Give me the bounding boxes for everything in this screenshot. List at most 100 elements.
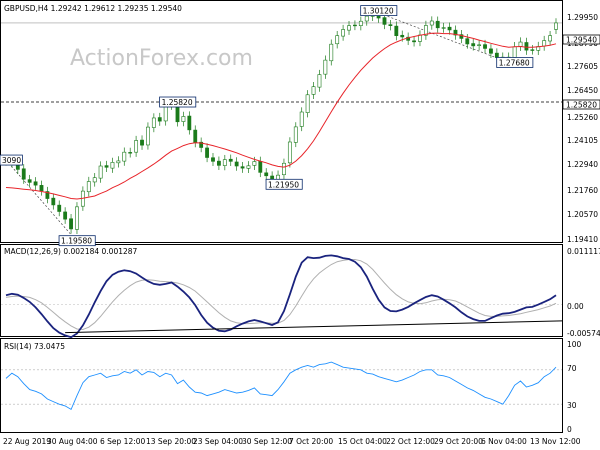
- candle-body: [305, 94, 310, 113]
- candle-body: [412, 40, 416, 43]
- candle-body: [554, 22, 558, 30]
- x-tick-label: 30 Sep 12:00: [242, 437, 292, 446]
- candle-body: [329, 43, 334, 62]
- candle-body: [282, 162, 286, 176]
- x-tick-label: 7 Oct 20:00: [289, 437, 333, 446]
- rsi-y-tick-label: 30: [567, 401, 577, 410]
- x-tick-label: 22 Oct 12:00: [386, 437, 435, 446]
- price-panel-frame: [0, 0, 563, 243]
- current-price-label: 1.29540: [566, 36, 597, 45]
- candle-body: [382, 17, 387, 25]
- candle-body: [86, 181, 91, 193]
- x-tick-label: 23 Sep 04:00: [193, 437, 243, 446]
- candle-body: [264, 172, 269, 177]
- level-label-text: 1.19580: [61, 237, 92, 246]
- candle-body: [435, 20, 440, 29]
- candle-body: [429, 20, 434, 26]
- candle-body: [447, 26, 452, 31]
- candle-body: [347, 25, 351, 31]
- level-label-text: 3090: [2, 156, 21, 165]
- candle-body: [483, 44, 487, 49]
- macd-series-macd: [5, 254, 557, 339]
- macd-layer: [1, 254, 563, 339]
- candle-body: [33, 181, 38, 186]
- price-y-tick-label: 1.27605: [567, 62, 598, 71]
- candle-body: [151, 117, 156, 128]
- candle-body: [252, 161, 257, 166]
- candle-body: [140, 139, 144, 146]
- rsi-line: [5, 361, 557, 411]
- candle-body: [494, 52, 499, 58]
- rsi-y-tick-label: 100: [567, 340, 582, 349]
- candle-body: [163, 105, 168, 122]
- candle-body: [205, 147, 209, 158]
- candle-body: [542, 40, 547, 47]
- candle-body: [489, 48, 493, 54]
- candle-body: [311, 86, 316, 95]
- price-layer: 1.30120 1.27680 1.25820 1.21950 1.19580 3090: [0, 5, 562, 247]
- candle-body: [27, 179, 32, 183]
- price-y-tick-label: 1.20570: [567, 210, 598, 219]
- candle-body: [477, 44, 482, 46]
- candle-body: [110, 162, 115, 169]
- candle-body: [116, 160, 121, 164]
- trend-connector: [372, 10, 509, 63]
- candle-body: [193, 129, 198, 143]
- candle-body: [187, 115, 192, 131]
- candle-body: [258, 161, 263, 173]
- candle-body: [465, 38, 470, 45]
- x-tick-label: 30 Aug 04:00: [47, 437, 98, 446]
- candle-body: [234, 161, 239, 167]
- rsi-panel-title: RSI(14) 73.0475: [4, 342, 65, 351]
- candle-body: [228, 158, 233, 162]
- candle-body: [128, 152, 133, 154]
- x-tick-label: 6 Nov 04:00: [481, 437, 527, 446]
- candle-body: [524, 42, 529, 51]
- price-y-tick-label: 1.19410: [567, 235, 598, 244]
- rsi-layer: [1, 361, 562, 411]
- rsi-y-tick-label: 0: [567, 425, 572, 434]
- candle-body: [400, 34, 405, 38]
- x-tick-label: 13 Nov 12:00: [530, 437, 581, 446]
- candle-body: [471, 43, 476, 47]
- price-y-tick-label: 1.25260: [567, 113, 598, 122]
- candle-body: [441, 27, 446, 29]
- candle-body: [39, 185, 44, 192]
- level-label-text: 1.30120: [363, 7, 394, 16]
- candle-body: [75, 206, 79, 230]
- candle-body: [69, 218, 73, 230]
- candle-body: [341, 29, 346, 37]
- candle-body: [293, 126, 298, 143]
- candle-body: [181, 116, 186, 122]
- level-label-text: 1.21950: [268, 180, 299, 189]
- candle-body: [21, 168, 26, 180]
- candle-body: [157, 117, 162, 122]
- price-y-tick-label: 1.26450: [567, 86, 598, 95]
- price-y-tick-label: 1.21760: [567, 186, 598, 195]
- candle-body: [246, 165, 251, 169]
- candle-body: [317, 74, 322, 88]
- candle-body: [353, 24, 357, 27]
- candle-body: [51, 197, 56, 206]
- candle-body: [240, 166, 245, 169]
- x-tick-label: 22 Aug 2019: [3, 437, 51, 446]
- macd-y-tick-label: 0.00: [567, 302, 584, 311]
- rsi-y-tick-label: 70: [567, 364, 577, 373]
- level-label-text: 1.25820: [162, 98, 193, 107]
- candle-body: [216, 160, 221, 166]
- price-panel-title: GBPUSD,H4 1.29242 1.29612 1.29235 1.2954…: [4, 4, 182, 13]
- macd-panel-title: MACD(12,26,9) 0.002184 0.001287: [4, 247, 138, 256]
- price-y-axis: 1.29950 1.28790 1.27605 1.26450 1.25260 …: [567, 13, 598, 244]
- candle-body: [122, 151, 127, 162]
- candle-body: [211, 157, 215, 162]
- candle-body: [287, 141, 292, 164]
- candle-body: [358, 20, 363, 26]
- macd-y-tick-label: -0.005746: [567, 329, 600, 338]
- candle-body: [530, 49, 535, 51]
- level-line-label: 1.25820: [566, 101, 597, 110]
- price-y-tick-label: 1.29950: [567, 13, 598, 22]
- chart-root: ActionForex.com GBPUSD,H4 1.29242 1.2961…: [0, 0, 600, 446]
- candle-body: [104, 165, 109, 168]
- candle-body: [63, 211, 68, 220]
- candle-body: [335, 35, 340, 45]
